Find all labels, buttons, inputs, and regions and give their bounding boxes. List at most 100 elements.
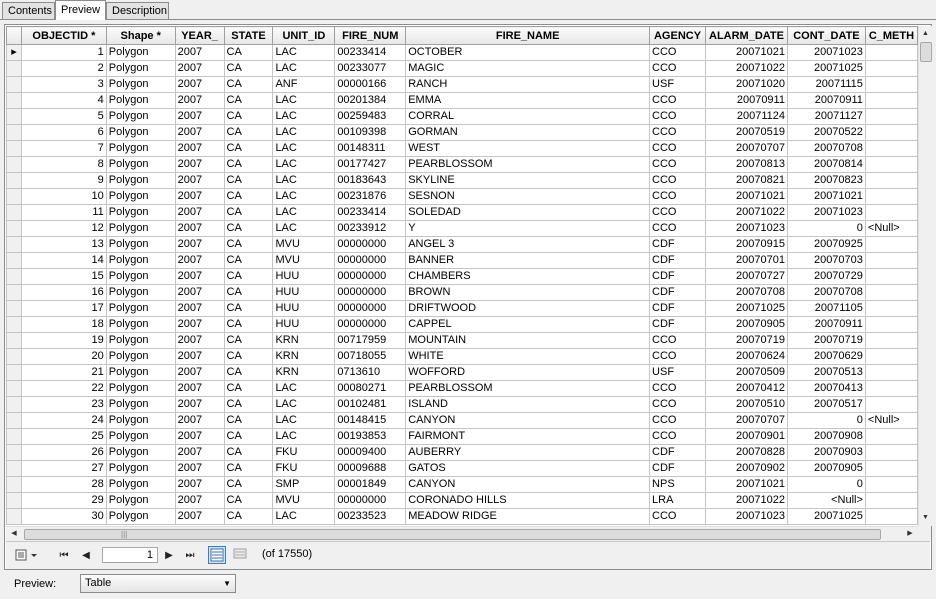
table-cell[interactable] — [864, 380, 918, 397]
table-cell[interactable]: CA — [223, 476, 274, 493]
row-selector[interactable] — [6, 348, 22, 365]
table-cell[interactable]: 20071022 — [705, 204, 788, 221]
current-row-pointer-icon[interactable]: ▸ — [6, 44, 22, 61]
table-cell[interactable]: SKYLINE — [405, 172, 651, 189]
table-cell[interactable]: LAC — [272, 508, 336, 525]
table-cell[interactable]: 11 — [20, 204, 107, 221]
table-cell[interactable]: 00000000 — [334, 284, 407, 301]
table-cell[interactable]: CCO — [649, 348, 706, 365]
table-cell[interactable]: CA — [223, 364, 274, 381]
table-cell[interactable]: 2 — [20, 60, 107, 77]
table-cell[interactable]: CDF — [649, 460, 706, 477]
table-cell[interactable]: Polygon — [105, 156, 176, 173]
table-cell[interactable]: 2007 — [174, 60, 225, 77]
table-cell[interactable] — [864, 172, 918, 189]
table-cell[interactable]: 00259483 — [334, 108, 407, 125]
table-cell[interactable]: 00233414 — [334, 44, 407, 61]
row-selector[interactable] — [6, 492, 22, 509]
row-selector[interactable] — [6, 316, 22, 333]
table-cell[interactable]: 20070911 — [786, 316, 866, 333]
table-cell[interactable]: CCO — [649, 412, 706, 429]
table-cell[interactable]: 18 — [20, 316, 107, 333]
table-row[interactable]: 21 Polygon 2007 CA KRN 0713610 WOFFORD USF 20070… — [6, 364, 918, 381]
next-record-icon[interactable]: ▶ — [162, 547, 176, 564]
table-cell[interactable]: 20070823 — [786, 172, 866, 189]
table-cell[interactable]: 27 — [20, 460, 107, 477]
table-cell[interactable]: CCO — [649, 332, 706, 349]
table-cell[interactable]: CA — [223, 444, 274, 461]
table-cell[interactable]: MEADOW RIDGE — [405, 508, 651, 525]
table-cell[interactable]: WEST — [405, 140, 651, 157]
table-cell[interactable]: SMP — [272, 476, 336, 493]
table-cell[interactable]: 20070509 — [705, 364, 788, 381]
table-cell[interactable]: 20071021 — [786, 188, 866, 205]
table-cell[interactable]: CA — [223, 140, 274, 157]
scroll-down-arrow-icon[interactable]: ▼ — [919, 510, 932, 526]
table-cell[interactable]: 00201384 — [334, 92, 407, 109]
table-cell[interactable]: WOFFORD — [405, 364, 651, 381]
table-cell[interactable]: 19 — [20, 332, 107, 349]
table-cell[interactable]: Polygon — [105, 140, 176, 157]
table-cell[interactable]: MOUNTAIN — [405, 332, 651, 349]
table-cell[interactable]: 20070624 — [705, 348, 788, 365]
table-cell[interactable]: 20 — [20, 348, 107, 365]
table-row[interactable]: 12 Polygon 2007 CA LAC 00233912 Y CCO 20071023 0 <… — [6, 220, 918, 237]
table-cell[interactable]: 2007 — [174, 364, 225, 381]
table-cell[interactable]: 20070905 — [705, 316, 788, 333]
row-selector[interactable] — [6, 364, 22, 381]
table-cell[interactable]: Polygon — [105, 220, 176, 237]
table-cell[interactable]: 21 — [20, 364, 107, 381]
table-cell[interactable]: Polygon — [105, 492, 176, 509]
table-cell[interactable]: Polygon — [105, 508, 176, 525]
table-cell[interactable]: USF — [649, 76, 706, 93]
table-cell[interactable]: 20070915 — [705, 236, 788, 253]
scroll-left-arrow-icon[interactable]: ◀ — [6, 527, 22, 541]
table-cell[interactable]: Polygon — [105, 476, 176, 493]
table-cell[interactable]: CAPPEL — [405, 316, 651, 333]
table-cell[interactable]: LAC — [272, 108, 336, 125]
table-cell[interactable]: Polygon — [105, 428, 176, 445]
table-cell[interactable]: 20071020 — [705, 76, 788, 93]
column-header[interactable]: C_METH — [864, 26, 918, 45]
table-row[interactable]: 24 Polygon 2007 CA LAC 00148415 CANYON CCO 20070… — [6, 412, 918, 429]
table-cell[interactable]: ANGEL 3 — [405, 236, 651, 253]
table-cell[interactable]: 00109398 — [334, 124, 407, 141]
table-cell[interactable]: KRN — [272, 332, 336, 349]
table-cell[interactable] — [864, 396, 918, 413]
table-cell[interactable]: LAC — [272, 92, 336, 109]
table-row[interactable]: 27 Polygon 2007 CA FKU 00009688 GATOS CDF 200709… — [6, 460, 918, 477]
row-selector[interactable] — [6, 236, 22, 253]
table-cell[interactable]: FKU — [272, 444, 336, 461]
table-cell[interactable]: 20071022 — [705, 492, 788, 509]
table-row[interactable]: 28 Polygon 2007 CA SMP 00001849 CANYON NPS 20071… — [6, 476, 918, 493]
table-cell[interactable]: CA — [223, 332, 274, 349]
table-cell[interactable]: 2007 — [174, 92, 225, 109]
table-cell[interactable]: 9 — [20, 172, 107, 189]
table-row[interactable]: 13 Polygon 2007 CA MVU 00000000 ANGEL 3 CDF 2007… — [6, 236, 918, 253]
table-cell[interactable]: CCO — [649, 108, 706, 125]
table-cell[interactable]: CA — [223, 124, 274, 141]
table-cell[interactable] — [864, 284, 918, 301]
table-cell[interactable]: 0713610 — [334, 364, 407, 381]
table-cell[interactable]: LAC — [272, 172, 336, 189]
table-cell[interactable]: 13 — [20, 236, 107, 253]
row-selector[interactable] — [6, 396, 22, 413]
show-selected-records-button[interactable] — [232, 546, 250, 564]
table-cell[interactable]: 2007 — [174, 44, 225, 61]
table-cell[interactable]: GATOS — [405, 460, 651, 477]
table-row[interactable]: 18 Polygon 2007 CA HUU 00000000 CAPPEL CDF 20070… — [6, 316, 918, 333]
table-cell[interactable]: 00177427 — [334, 156, 407, 173]
table-cell[interactable]: 20070719 — [705, 332, 788, 349]
select-all-cell[interactable] — [6, 26, 22, 45]
table-cell[interactable]: LAC — [272, 380, 336, 397]
table-cell[interactable] — [864, 444, 918, 461]
table-cell[interactable]: CA — [223, 172, 274, 189]
table-cell[interactable]: CCO — [649, 92, 706, 109]
table-cell[interactable]: 20070517 — [786, 396, 866, 413]
table-cell[interactable]: 5 — [20, 108, 107, 125]
table-cell[interactable] — [864, 364, 918, 381]
table-cell[interactable]: CA — [223, 44, 274, 61]
table-cell[interactable] — [864, 236, 918, 253]
table-cell[interactable]: 20070814 — [786, 156, 866, 173]
table-cell[interactable]: CA — [223, 236, 274, 253]
